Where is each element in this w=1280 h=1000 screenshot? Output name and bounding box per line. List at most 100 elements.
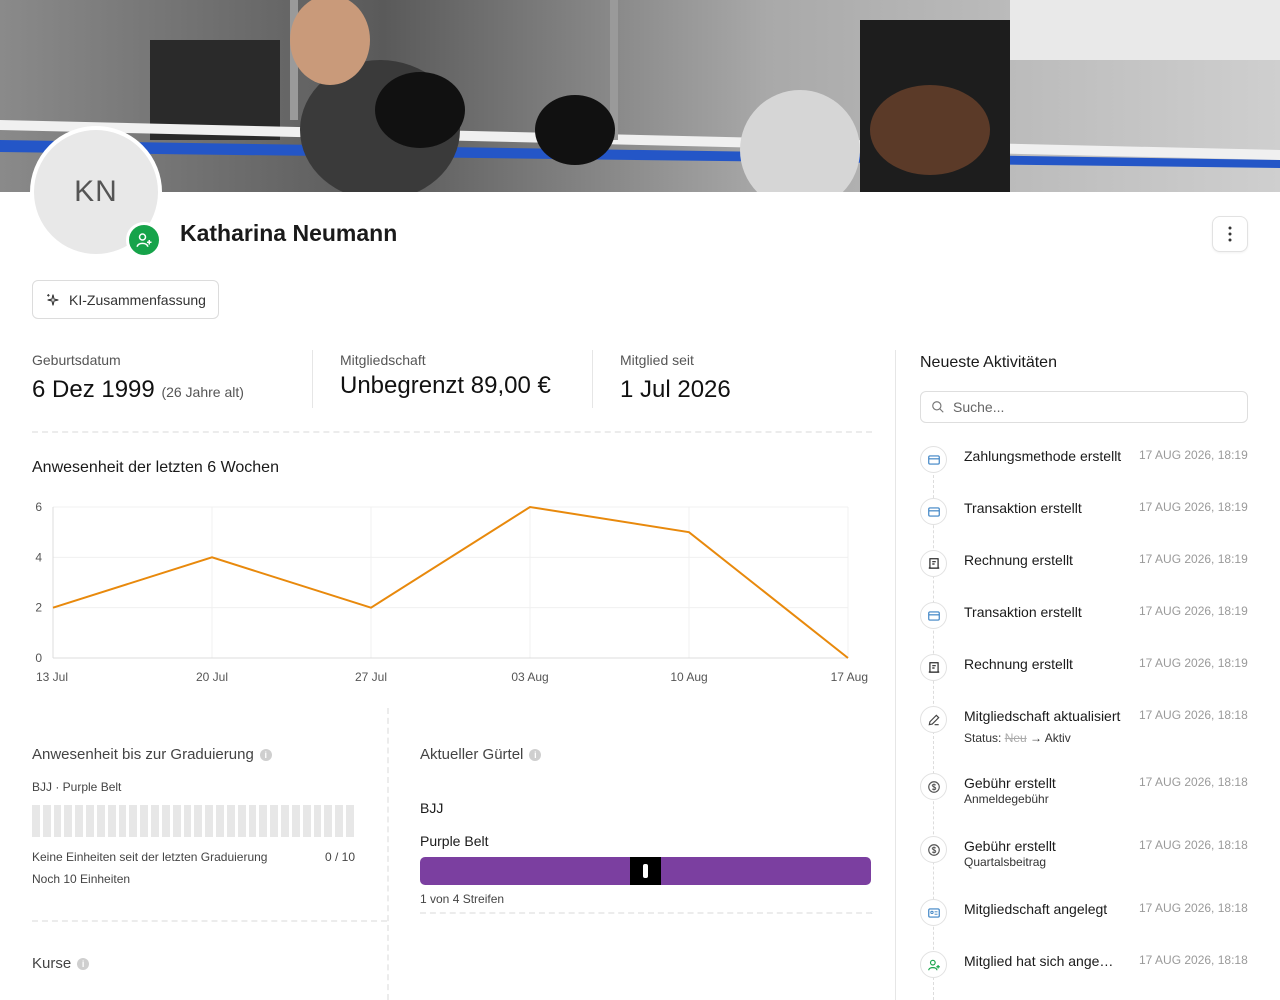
activity-date: 17 AUG 2026, 18:19 <box>1139 448 1248 462</box>
graduation-count: 0 / 10 <box>325 850 356 864</box>
activity-date: 17 AUG 2026, 18:18 <box>1139 775 1248 789</box>
activity-title: Gebühr erstellt <box>964 775 1056 791</box>
info-icon[interactable]: i <box>77 957 90 970</box>
progress-tick <box>107 805 116 837</box>
progress-tick <box>53 805 62 837</box>
progress-tick <box>183 805 192 837</box>
activity-date: 17 AUG 2026, 18:18 <box>1139 838 1248 852</box>
divider <box>312 350 313 408</box>
x-tick-label: 20 Jul <box>196 670 228 684</box>
belt-stripe-bar <box>630 857 661 885</box>
progress-tick <box>313 805 322 837</box>
x-tick-label: 17 Aug <box>831 670 868 684</box>
activity-item[interactable]: Gebühr erstellt 17 AUG 2026, 18:18 Quartal… <box>920 836 1250 880</box>
activity-item[interactable]: Mitgliedschaft aktualisiert 17 AUG 2026, … <box>920 706 1250 750</box>
courses-title-text: Kurse <box>32 955 72 972</box>
progress-tick <box>151 805 159 837</box>
activity-date: 17 AUG 2026, 18:19 <box>1139 656 1248 670</box>
activity-title: Mitgliedschaft aktualisiert <box>964 708 1121 724</box>
activity-item[interactable]: Zahlungsmethode erstellt 17 AUG 2026, 18:… <box>920 446 1250 490</box>
sparkles-icon <box>47 293 59 305</box>
divider <box>387 708 389 1000</box>
column-divider <box>895 350 896 1000</box>
activity-subtitle: Quartalsbeitrag <box>964 855 1047 869</box>
progress-tick <box>346 805 354 837</box>
y-tick-label: 0 <box>35 651 42 665</box>
attendance-line <box>52 505 849 659</box>
status-new: Aktiv <box>1044 731 1071 745</box>
activity-item[interactable]: Transaktion erstellt 17 AUG 2026, 18:19 <box>920 602 1250 646</box>
activity-item[interactable]: Mitglied hat sich angemeldet 17 AUG 2026,… <box>920 951 1250 995</box>
invoice-icon <box>920 550 947 577</box>
progress-tick <box>335 805 344 837</box>
progress-tick <box>270 805 279 837</box>
graduation-progress-bar <box>32 805 354 837</box>
activity-item[interactable]: Mitgliedschaft angelegt 17 AUG 2026, 18:1… <box>920 899 1250 943</box>
progress-tick <box>302 805 311 837</box>
activity-status-change: Status: Neu → Aktiv <box>964 731 1071 745</box>
ai-summary-label: KI-Zusammenfassung <box>69 291 206 308</box>
attendance-chart: 0 2 4 6 13 Jul 20 Jul 27 Jul 03 Aug 10 Aug 17 Aug <box>35 500 868 684</box>
belt-title-text: Aktueller Gürtel <box>420 746 524 763</box>
activity-item[interactable]: Transaktion erstellt 17 AUG 2026, 18:19 <box>920 498 1250 542</box>
search-input[interactable] <box>953 399 1233 415</box>
activity-item[interactable]: Gebühr erstellt 17 AUG 2026, 18:18 Anmelde… <box>920 773 1250 817</box>
stat-value: 1 Jul 2026 <box>620 376 731 403</box>
x-tick-label: 27 Jul <box>355 670 387 684</box>
x-tick-label: 13 Jul <box>36 670 68 684</box>
x-tick-label: 10 Aug <box>670 670 707 684</box>
more-options-button[interactable] <box>1212 216 1248 252</box>
arrow-right-icon: → <box>1026 731 1045 745</box>
activity-date: 17 AUG 2026, 18:18 <box>1139 708 1248 722</box>
progress-tick <box>129 805 138 837</box>
status-old: Neu <box>1004 731 1027 745</box>
member-name: Katharina Neumann <box>180 220 398 246</box>
activity-date: 17 AUG 2026, 18:19 <box>1139 500 1248 514</box>
y-tick-label: 4 <box>35 550 42 564</box>
attendance-chart-title: Anwesenheit der letzten 6 Wochen <box>32 459 279 476</box>
activity-search[interactable] <box>920 391 1248 423</box>
activity-date: 17 AUG 2026, 18:18 <box>1139 901 1248 915</box>
activity-title: Rechnung erstellt <box>964 656 1073 672</box>
graduation-remaining: Noch 10 Einheiten <box>32 872 131 886</box>
activity-item[interactable]: Rechnung erstellt 17 AUG 2026, 18:19 <box>920 654 1250 698</box>
progress-tick <box>324 805 333 837</box>
activity-date: 17 AUG 2026, 18:18 <box>1139 953 1248 967</box>
progress-tick <box>237 805 246 837</box>
avatar-initials: KN <box>74 175 118 208</box>
stat-label: Geburtsdatum <box>32 352 121 368</box>
activity-title: Gebühr erstellt <box>964 838 1056 854</box>
belt-title: Aktueller Gürtel i <box>420 746 542 763</box>
progress-tick <box>194 805 203 837</box>
graduation-title: Anwesenheit bis zur Graduierung i <box>32 746 272 763</box>
user-plus-icon <box>136 233 152 247</box>
activity-subtitle: Anmeldegebühr <box>964 792 1049 806</box>
ai-summary-button[interactable]: KI-Zusammenfassung <box>32 280 219 319</box>
progress-tick <box>86 805 94 837</box>
graduation-program: BJJ · Purple Belt <box>32 780 122 794</box>
search-icon <box>932 401 944 413</box>
belt-stripes: 1 von 4 Streifen <box>420 892 505 906</box>
dollar-icon <box>920 773 947 800</box>
y-tick-label: 2 <box>35 601 42 615</box>
activity-item[interactable]: Rechnung erstellt 17 AUG 2026, 18:19 <box>920 550 1250 594</box>
activity-title: Zahlungsmethode erstellt <box>964 448 1122 464</box>
progress-tick <box>161 805 170 837</box>
x-tick-label: 03 Aug <box>511 670 548 684</box>
progress-tick <box>291 805 300 837</box>
progress-tick <box>226 805 235 837</box>
info-icon[interactable]: i <box>529 748 542 761</box>
cover-image <box>0 0 1280 192</box>
progress-tick <box>32 805 40 837</box>
stat-value-text: 6 Dez 1999 <box>32 376 155 403</box>
progress-tick <box>42 805 51 837</box>
graduation-note: Keine Einheiten seit der letzten Graduie… <box>32 850 268 864</box>
progress-tick <box>64 805 73 837</box>
divider <box>32 920 387 922</box>
invoice-icon <box>920 654 947 681</box>
graduation-title-text: Anwesenheit bis zur Graduierung <box>32 746 254 763</box>
info-icon[interactable]: i <box>259 748 272 761</box>
credit-card-icon <box>920 446 947 473</box>
progress-tick <box>96 805 105 837</box>
belt-name: Purple Belt <box>420 833 489 849</box>
